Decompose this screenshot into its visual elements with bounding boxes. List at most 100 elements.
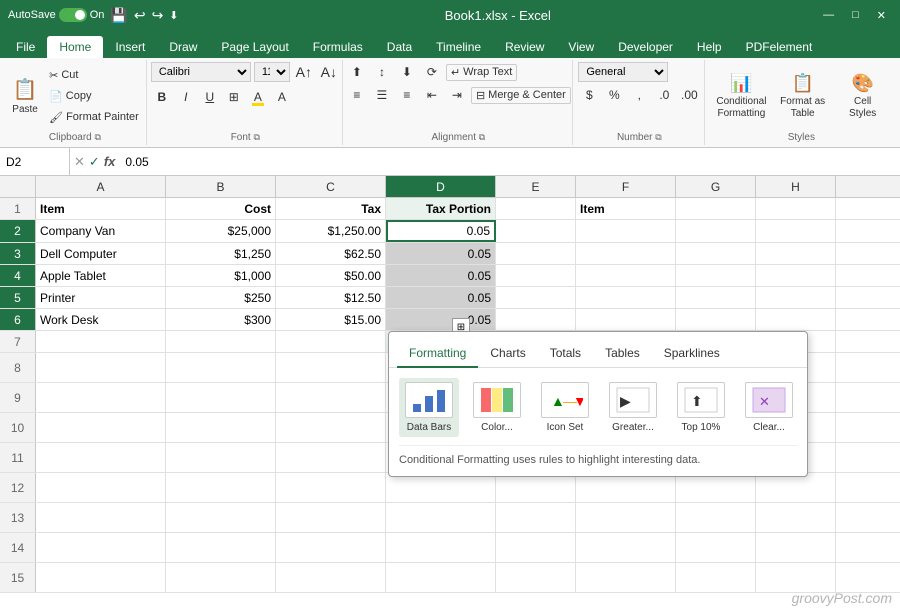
tab-review[interactable]: Review (493, 36, 556, 58)
copy-button[interactable]: 📄Copy (45, 88, 143, 105)
cell-b2[interactable]: $25,000 (166, 220, 276, 242)
decrease-decimal-btn[interactable]: .00 (678, 85, 700, 105)
cell-h6[interactable] (756, 309, 836, 330)
font-name-select[interactable]: Calibri (151, 62, 251, 82)
tab-developer[interactable]: Developer (606, 36, 685, 58)
decrease-indent-btn[interactable]: ⇤ (421, 85, 443, 105)
cell-d6[interactable]: 0.05 (386, 309, 496, 330)
cell-f4[interactable] (576, 265, 676, 286)
popup-tab-charts[interactable]: Charts (478, 340, 537, 368)
cell-f12[interactable] (576, 473, 676, 502)
cell-b12[interactable] (166, 473, 276, 502)
save-icon[interactable]: 💾 (110, 7, 127, 24)
cell-d13[interactable] (386, 503, 496, 532)
cell-h2[interactable] (756, 220, 836, 242)
cell-e2[interactable] (496, 220, 576, 242)
cell-b5[interactable]: $250 (166, 287, 276, 308)
autosave-toggle[interactable] (59, 8, 87, 22)
cell-g5[interactable] (676, 287, 756, 308)
cell-g12[interactable] (676, 473, 756, 502)
col-header-c[interactable]: C (276, 176, 386, 197)
cell-h1[interactable] (756, 198, 836, 219)
cell-h12[interactable] (756, 473, 836, 502)
cell-b13[interactable] (166, 503, 276, 532)
align-center-btn[interactable]: ☰ (371, 85, 393, 105)
cell-g3[interactable] (676, 243, 756, 264)
cell-a6[interactable]: Work Desk (36, 309, 166, 330)
cell-d15[interactable] (386, 563, 496, 592)
cell-g14[interactable] (676, 533, 756, 562)
format-as-table-button[interactable]: 📋 Format as Table (774, 70, 831, 123)
increase-indent-btn[interactable]: ⇥ (446, 85, 468, 105)
popup-tab-totals[interactable]: Totals (538, 340, 593, 368)
merge-center-button[interactable]: ⊟ Merge & Center (471, 87, 571, 104)
align-top-btn[interactable]: ⬆ (346, 62, 368, 82)
cell-f15[interactable] (576, 563, 676, 592)
comma-btn[interactable]: , (628, 85, 650, 105)
cell-g4[interactable] (676, 265, 756, 286)
tab-file[interactable]: File (4, 36, 47, 58)
cell-f14[interactable] (576, 533, 676, 562)
increase-font-btn[interactable]: A↑ (293, 62, 315, 82)
cell-e1[interactable] (496, 198, 576, 219)
undo-icon[interactable]: ↩ (134, 7, 146, 24)
cell-c3[interactable]: $62.50 (276, 243, 386, 264)
tab-draw[interactable]: Draw (157, 36, 209, 58)
col-header-h[interactable]: H (756, 176, 836, 197)
cell-c5[interactable]: $12.50 (276, 287, 386, 308)
cell-a7[interactable] (36, 331, 166, 352)
increase-decimal-btn[interactable]: .0 (653, 85, 675, 105)
col-header-f[interactable]: F (576, 176, 676, 197)
insert-function-btn[interactable]: fx (104, 154, 116, 169)
cancel-formula-btn[interactable]: ✕ (74, 154, 85, 170)
cell-a2[interactable]: Company Van (36, 220, 166, 242)
cell-a12[interactable] (36, 473, 166, 502)
tab-pdfelement[interactable]: PDFelement (734, 36, 825, 58)
tab-page-layout[interactable]: Page Layout (209, 36, 300, 58)
cell-styles-button[interactable]: 🎨 Cell Styles (835, 70, 890, 123)
cell-a8[interactable] (36, 353, 166, 382)
cell-g1[interactable] (676, 198, 756, 219)
color-scale-item[interactable]: Color... (467, 378, 527, 437)
cell-f5[interactable] (576, 287, 676, 308)
icon-set-item[interactable]: ▲ — ▼ Icon Set (535, 378, 595, 437)
minimize-btn[interactable]: — (817, 9, 840, 22)
cell-h14[interactable] (756, 533, 836, 562)
cell-a9[interactable] (36, 383, 166, 412)
cell-e15[interactable] (496, 563, 576, 592)
cell-b6[interactable]: $300 (166, 309, 276, 330)
cell-b3[interactable]: $1,250 (166, 243, 276, 264)
data-bars-item[interactable]: Data Bars (399, 378, 459, 437)
cell-h5[interactable] (756, 287, 836, 308)
paste-button[interactable]: 📋 Paste (7, 70, 43, 122)
cell-c2[interactable]: $1,250.00 (276, 220, 386, 242)
align-bottom-btn[interactable]: ⬇ (396, 62, 418, 82)
cell-b14[interactable] (166, 533, 276, 562)
cell-c11[interactable] (276, 443, 386, 472)
cell-e13[interactable] (496, 503, 576, 532)
col-header-b[interactable]: B (166, 176, 276, 197)
cell-h13[interactable] (756, 503, 836, 532)
cell-e6[interactable] (496, 309, 576, 330)
tab-formulas[interactable]: Formulas (301, 36, 375, 58)
fill-color-button[interactable]: A (247, 87, 269, 107)
top-10-item[interactable]: ⬆ Top 10% (671, 378, 731, 437)
cell-c13[interactable] (276, 503, 386, 532)
cell-e12[interactable] (496, 473, 576, 502)
cell-d3[interactable]: 0.05 (386, 243, 496, 264)
tab-insert[interactable]: Insert (103, 36, 157, 58)
col-header-g[interactable]: G (676, 176, 756, 197)
cell-a5[interactable]: Printer (36, 287, 166, 308)
cell-c1[interactable]: Tax (276, 198, 386, 219)
tab-home[interactable]: Home (47, 36, 103, 58)
tab-timeline[interactable]: Timeline (424, 36, 493, 58)
cell-b8[interactable] (166, 353, 276, 382)
number-format-select[interactable]: General (578, 62, 668, 82)
cell-f1[interactable]: Item (576, 198, 676, 219)
cell-a10[interactable] (36, 413, 166, 442)
align-left-btn[interactable]: ≡ (346, 85, 368, 105)
align-right-btn[interactable]: ≡ (396, 85, 418, 105)
cell-a15[interactable] (36, 563, 166, 592)
cell-h3[interactable] (756, 243, 836, 264)
cell-b9[interactable] (166, 383, 276, 412)
